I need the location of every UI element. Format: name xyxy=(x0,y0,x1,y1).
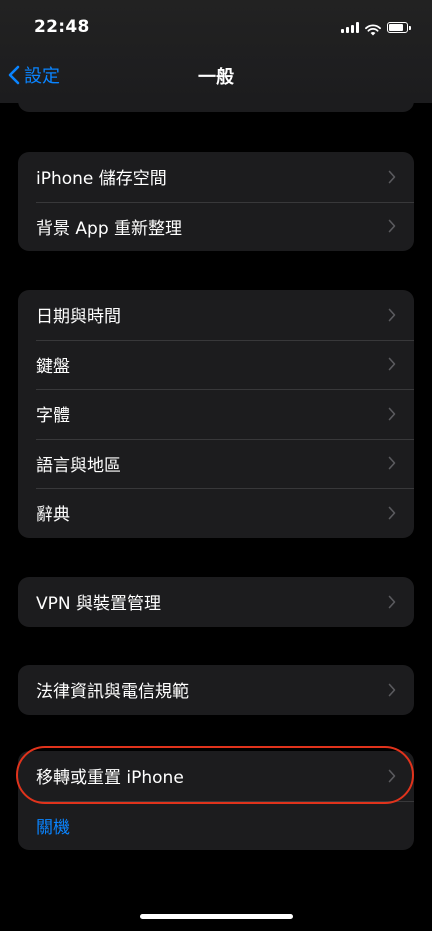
navigation-bar: 設定 一般 xyxy=(0,55,432,95)
status-time: 22:48 xyxy=(34,17,90,37)
shut-down-button[interactable]: 關機 xyxy=(18,800,414,851)
home-indicator[interactable] xyxy=(140,914,293,919)
list-item-label: iPhone 儲存空間 xyxy=(36,169,167,190)
list-item-label: 字體 xyxy=(36,406,70,427)
chevron-right-icon xyxy=(388,219,396,233)
group-storage: iPhone 儲存空間 背景 App 重新整理 xyxy=(18,152,414,251)
list-item-fonts[interactable]: 字體 xyxy=(18,389,414,439)
group-reset-shutdown: 移轉或重置 iPhone 關機 xyxy=(18,751,414,850)
list-item-date-time[interactable]: 日期與時間 xyxy=(18,290,414,340)
status-icons xyxy=(341,20,411,36)
list-item-legal-regulatory[interactable]: 法律資訊與電信規範 xyxy=(18,665,414,715)
list-item-transfer-reset-iphone[interactable]: 移轉或重置 iPhone xyxy=(18,751,414,801)
chevron-right-icon xyxy=(388,170,396,184)
list-item-dictionary[interactable]: 辭典 xyxy=(18,488,414,538)
battery-level xyxy=(389,23,404,31)
group-vpn: VPN 與裝置管理 xyxy=(18,577,414,627)
list-item-label: 辭典 xyxy=(36,505,70,526)
page-title: 一般 xyxy=(198,67,234,88)
battery-icon xyxy=(387,21,411,33)
chevron-right-icon xyxy=(388,683,396,697)
wifi-icon xyxy=(365,21,381,36)
list-item-language-region[interactable]: 語言與地區 xyxy=(18,438,414,489)
status-bar: 22:48 xyxy=(0,0,432,50)
chevron-right-icon xyxy=(388,595,396,609)
list-item-label: VPN 與裝置管理 xyxy=(36,594,162,615)
chevron-right-icon xyxy=(388,456,396,470)
chevron-right-icon xyxy=(388,769,396,783)
chevron-right-icon xyxy=(388,506,396,520)
chevron-right-icon xyxy=(388,357,396,371)
header: 22:48 設定 一般 xyxy=(0,0,432,103)
list-item-label: 鍵盤 xyxy=(36,356,70,377)
group-legal: 法律資訊與電信規範 xyxy=(18,665,414,715)
group-locale: 日期與時間 鍵盤 字體 語言與地區 辭典 xyxy=(18,290,414,538)
cellular-signal-icon xyxy=(341,21,359,33)
chevron-right-icon xyxy=(388,308,396,322)
list-item-label: 日期與時間 xyxy=(36,307,121,328)
list-item-vpn-device-management[interactable]: VPN 與裝置管理 xyxy=(18,577,414,627)
list-item-background-app-refresh[interactable]: 背景 App 重新整理 xyxy=(18,201,414,252)
list-item-label: 背景 App 重新整理 xyxy=(36,218,183,239)
chevron-right-icon xyxy=(388,407,396,421)
list-item-iphone-storage[interactable]: iPhone 儲存空間 xyxy=(18,152,414,202)
shut-down-label: 關機 xyxy=(36,817,70,838)
list-item-label: 法律資訊與電信規範 xyxy=(36,682,189,703)
settings-general-screen: 22:48 設定 一般 iPhone 儲存空間 背景 App 重新整理 日期與時… xyxy=(0,0,432,931)
list-item-label: 移轉或重置 iPhone xyxy=(36,768,184,789)
list-item-label: 語言與地區 xyxy=(36,455,121,476)
list-item-keyboard[interactable]: 鍵盤 xyxy=(18,339,414,390)
